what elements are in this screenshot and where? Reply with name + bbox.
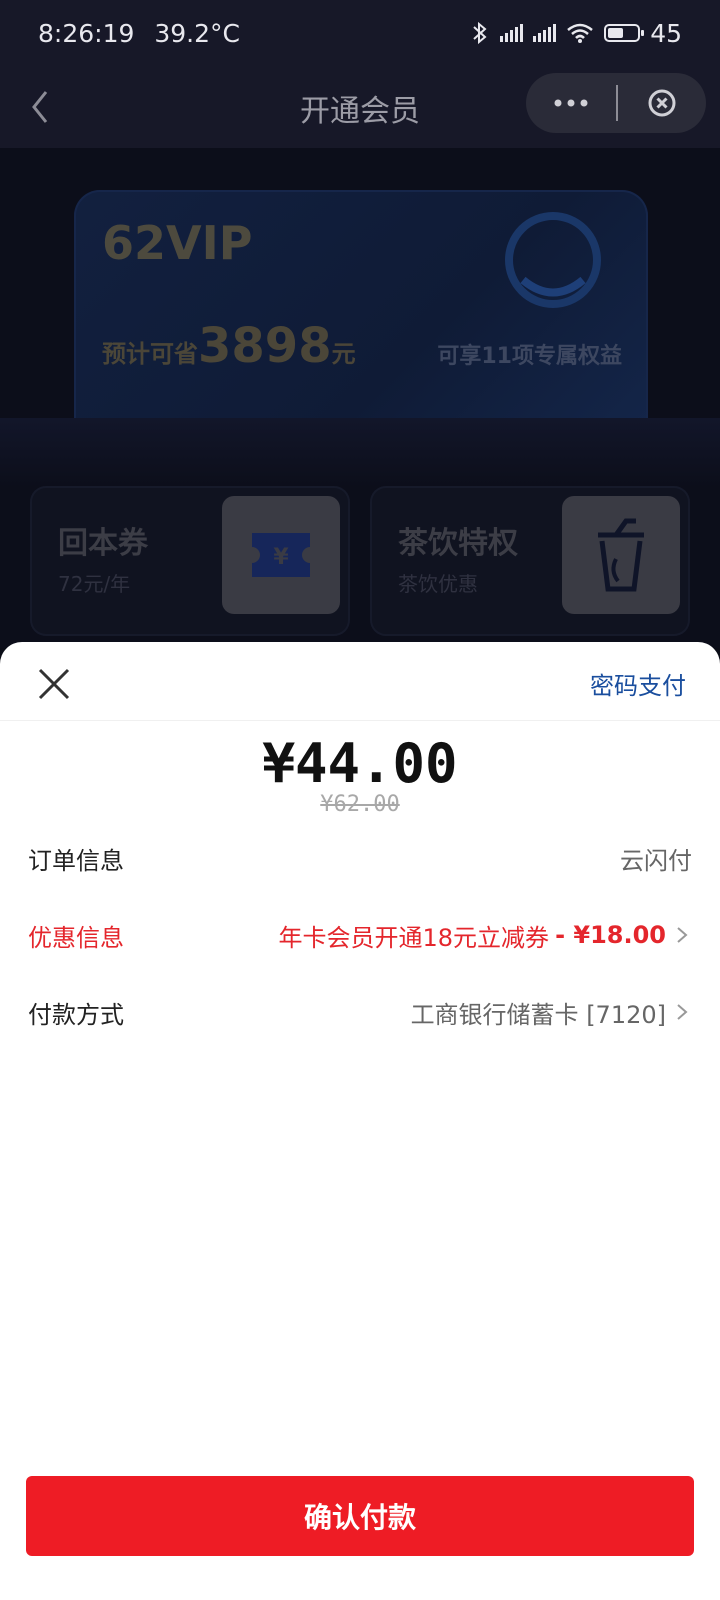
perk-subtitle: 72元/年 (58, 572, 131, 596)
status-right: 45 (470, 19, 682, 48)
signal-icon-2 (533, 24, 557, 42)
vip-benefits: 可享11项专属权益 (437, 344, 622, 369)
perk-icon-box: ¥ (222, 496, 340, 614)
order-info-label: 订单信息 (28, 846, 124, 875)
confirm-payment-button[interactable]: 确认付款 (26, 1476, 694, 1556)
perk-icon-box (562, 496, 680, 614)
order-info-row: 订单信息 云闪付 (28, 838, 692, 878)
close-circle-icon (648, 89, 676, 117)
bluetooth-icon (473, 21, 487, 45)
signal-icon-1 (500, 24, 524, 42)
payment-amount: ¥44.00 (262, 732, 458, 795)
order-info-value: 云闪付 (620, 846, 692, 875)
discount-info-value: 年卡会员开通18元立减券 - ¥18.00 (279, 918, 692, 953)
discount-info-row[interactable]: 优惠信息 年卡会员开通18元立减券 - ¥18.00 (28, 915, 692, 955)
perk-title: 茶饮特权 (398, 526, 518, 561)
discount-amount: - ¥18.00 (555, 921, 666, 949)
vip-save-prefix: 预计可省 (102, 340, 198, 368)
vip-save-amount: 3898 (198, 318, 332, 374)
original-amount: ¥62.00 (320, 792, 400, 817)
more-button[interactable] (526, 98, 616, 108)
sheet-close-button[interactable] (32, 662, 76, 706)
perk-subtitle: 茶饮优惠 (398, 572, 478, 596)
svg-text:¥: ¥ (273, 545, 289, 570)
sheet-divider (0, 720, 720, 721)
background-page: 62VIP 预计可省3898元 可享11项专属权益 回本券 72元/年 ¥ 茶饮… (0, 148, 720, 648)
nav-bar: 开通会员 (0, 66, 720, 148)
password-pay-link[interactable]: 密码支付 (590, 666, 686, 701)
status-left: 8:26:19 39.2°C (38, 19, 252, 48)
payment-card-name: 工商银行储蓄卡 [7120] (410, 1000, 666, 1029)
more-icon (554, 99, 588, 107)
close-icon (38, 668, 70, 700)
vip-savings: 预计可省3898元 (102, 318, 356, 374)
vip-card: 62VIP 预计可省3898元 可享11项专属权益 (74, 190, 648, 452)
discount-coupon-name: 年卡会员开通18元立减券 (278, 923, 550, 952)
wifi-icon (567, 23, 593, 43)
mini-program-capsule (526, 73, 706, 133)
coupon-icon: ¥ (252, 533, 310, 577)
chevron-right-icon (677, 927, 688, 943)
status-bar: 8:26:19 39.2°C 45 (0, 0, 720, 66)
payment-sheet: 密码支付 ¥44.00 ¥62.00 订单信息 云闪付 优惠信息 年卡会员开通1… (0, 642, 720, 1600)
card-stage (0, 418, 720, 488)
perk-card-tea[interactable]: 茶饮特权 茶饮优惠 (370, 486, 690, 636)
capsule-close-button[interactable] (618, 88, 706, 118)
chevron-right-icon (677, 1004, 688, 1020)
battery-icon (604, 24, 645, 42)
status-temperature: 39.2°C (154, 18, 240, 48)
battery-level: 45 (650, 18, 682, 48)
perk-card-coupon[interactable]: 回本券 72元/年 ¥ (30, 486, 350, 636)
cup-icon (598, 518, 644, 592)
status-time: 8:26:19 (38, 18, 135, 48)
payment-method-row[interactable]: 付款方式 工商银行储蓄卡 [7120] (28, 992, 692, 1032)
vip-save-suffix: 元 (331, 340, 356, 368)
perk-title: 回本券 (58, 526, 148, 561)
vip-logo-icon (498, 210, 608, 314)
payment-method-label: 付款方式 (28, 1000, 124, 1029)
discount-info-label: 优惠信息 (28, 923, 124, 952)
payment-method-value: 工商银行储蓄卡 [7120] (411, 995, 692, 1030)
vip-card-title: 62VIP (102, 216, 253, 270)
